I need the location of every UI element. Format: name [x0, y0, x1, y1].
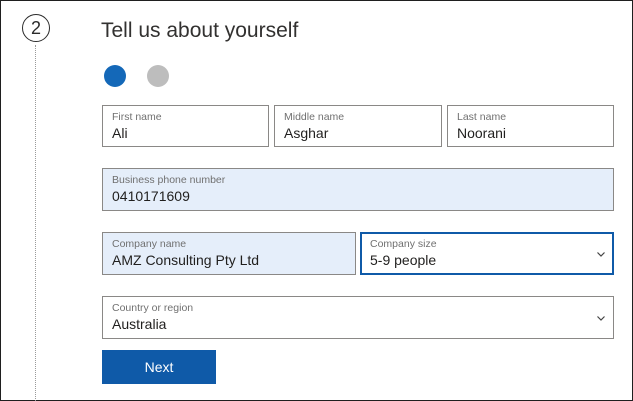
- chevron-down-icon[interactable]: [596, 249, 606, 259]
- middle-name-label: Middle name: [284, 111, 345, 123]
- middle-name-value[interactable]: Asghar: [284, 125, 328, 141]
- last-name-field[interactable]: Last name Noorani: [447, 105, 614, 147]
- business-phone-label: Business phone number: [112, 174, 226, 186]
- last-name-value[interactable]: Noorani: [457, 125, 506, 141]
- company-size-select[interactable]: Company size 5-9 people: [360, 232, 614, 275]
- chevron-down-icon[interactable]: [596, 313, 606, 323]
- progress-dot-active: [104, 65, 126, 87]
- country-value[interactable]: Australia: [112, 316, 166, 332]
- middle-name-field[interactable]: Middle name Asghar: [274, 105, 442, 147]
- company-name-label: Company name: [112, 238, 187, 250]
- signup-panel: 2 Tell us about yourself First name Ali …: [0, 0, 633, 401]
- step-connector-line: [35, 45, 36, 401]
- form-title: Tell us about yourself: [101, 19, 299, 42]
- step-number-badge: 2: [22, 14, 50, 42]
- company-size-value[interactable]: 5-9 people: [370, 252, 436, 268]
- country-label: Country or region: [112, 302, 194, 314]
- company-name-field[interactable]: Company name AMZ Consulting Pty Ltd: [102, 232, 356, 275]
- progress-dot-inactive: [147, 65, 169, 87]
- business-phone-value[interactable]: 0410171609: [112, 188, 190, 204]
- business-phone-field[interactable]: Business phone number 0410171609: [102, 168, 614, 211]
- step-number: 2: [30, 17, 41, 38]
- first-name-value[interactable]: Ali: [112, 125, 128, 141]
- company-size-label: Company size: [370, 238, 437, 250]
- company-name-value[interactable]: AMZ Consulting Pty Ltd: [112, 252, 259, 268]
- first-name-field[interactable]: First name Ali: [102, 105, 269, 147]
- first-name-label: First name: [112, 111, 162, 123]
- next-button[interactable]: Next: [102, 350, 216, 384]
- last-name-label: Last name: [457, 111, 507, 123]
- country-select[interactable]: Country or region Australia: [102, 296, 614, 339]
